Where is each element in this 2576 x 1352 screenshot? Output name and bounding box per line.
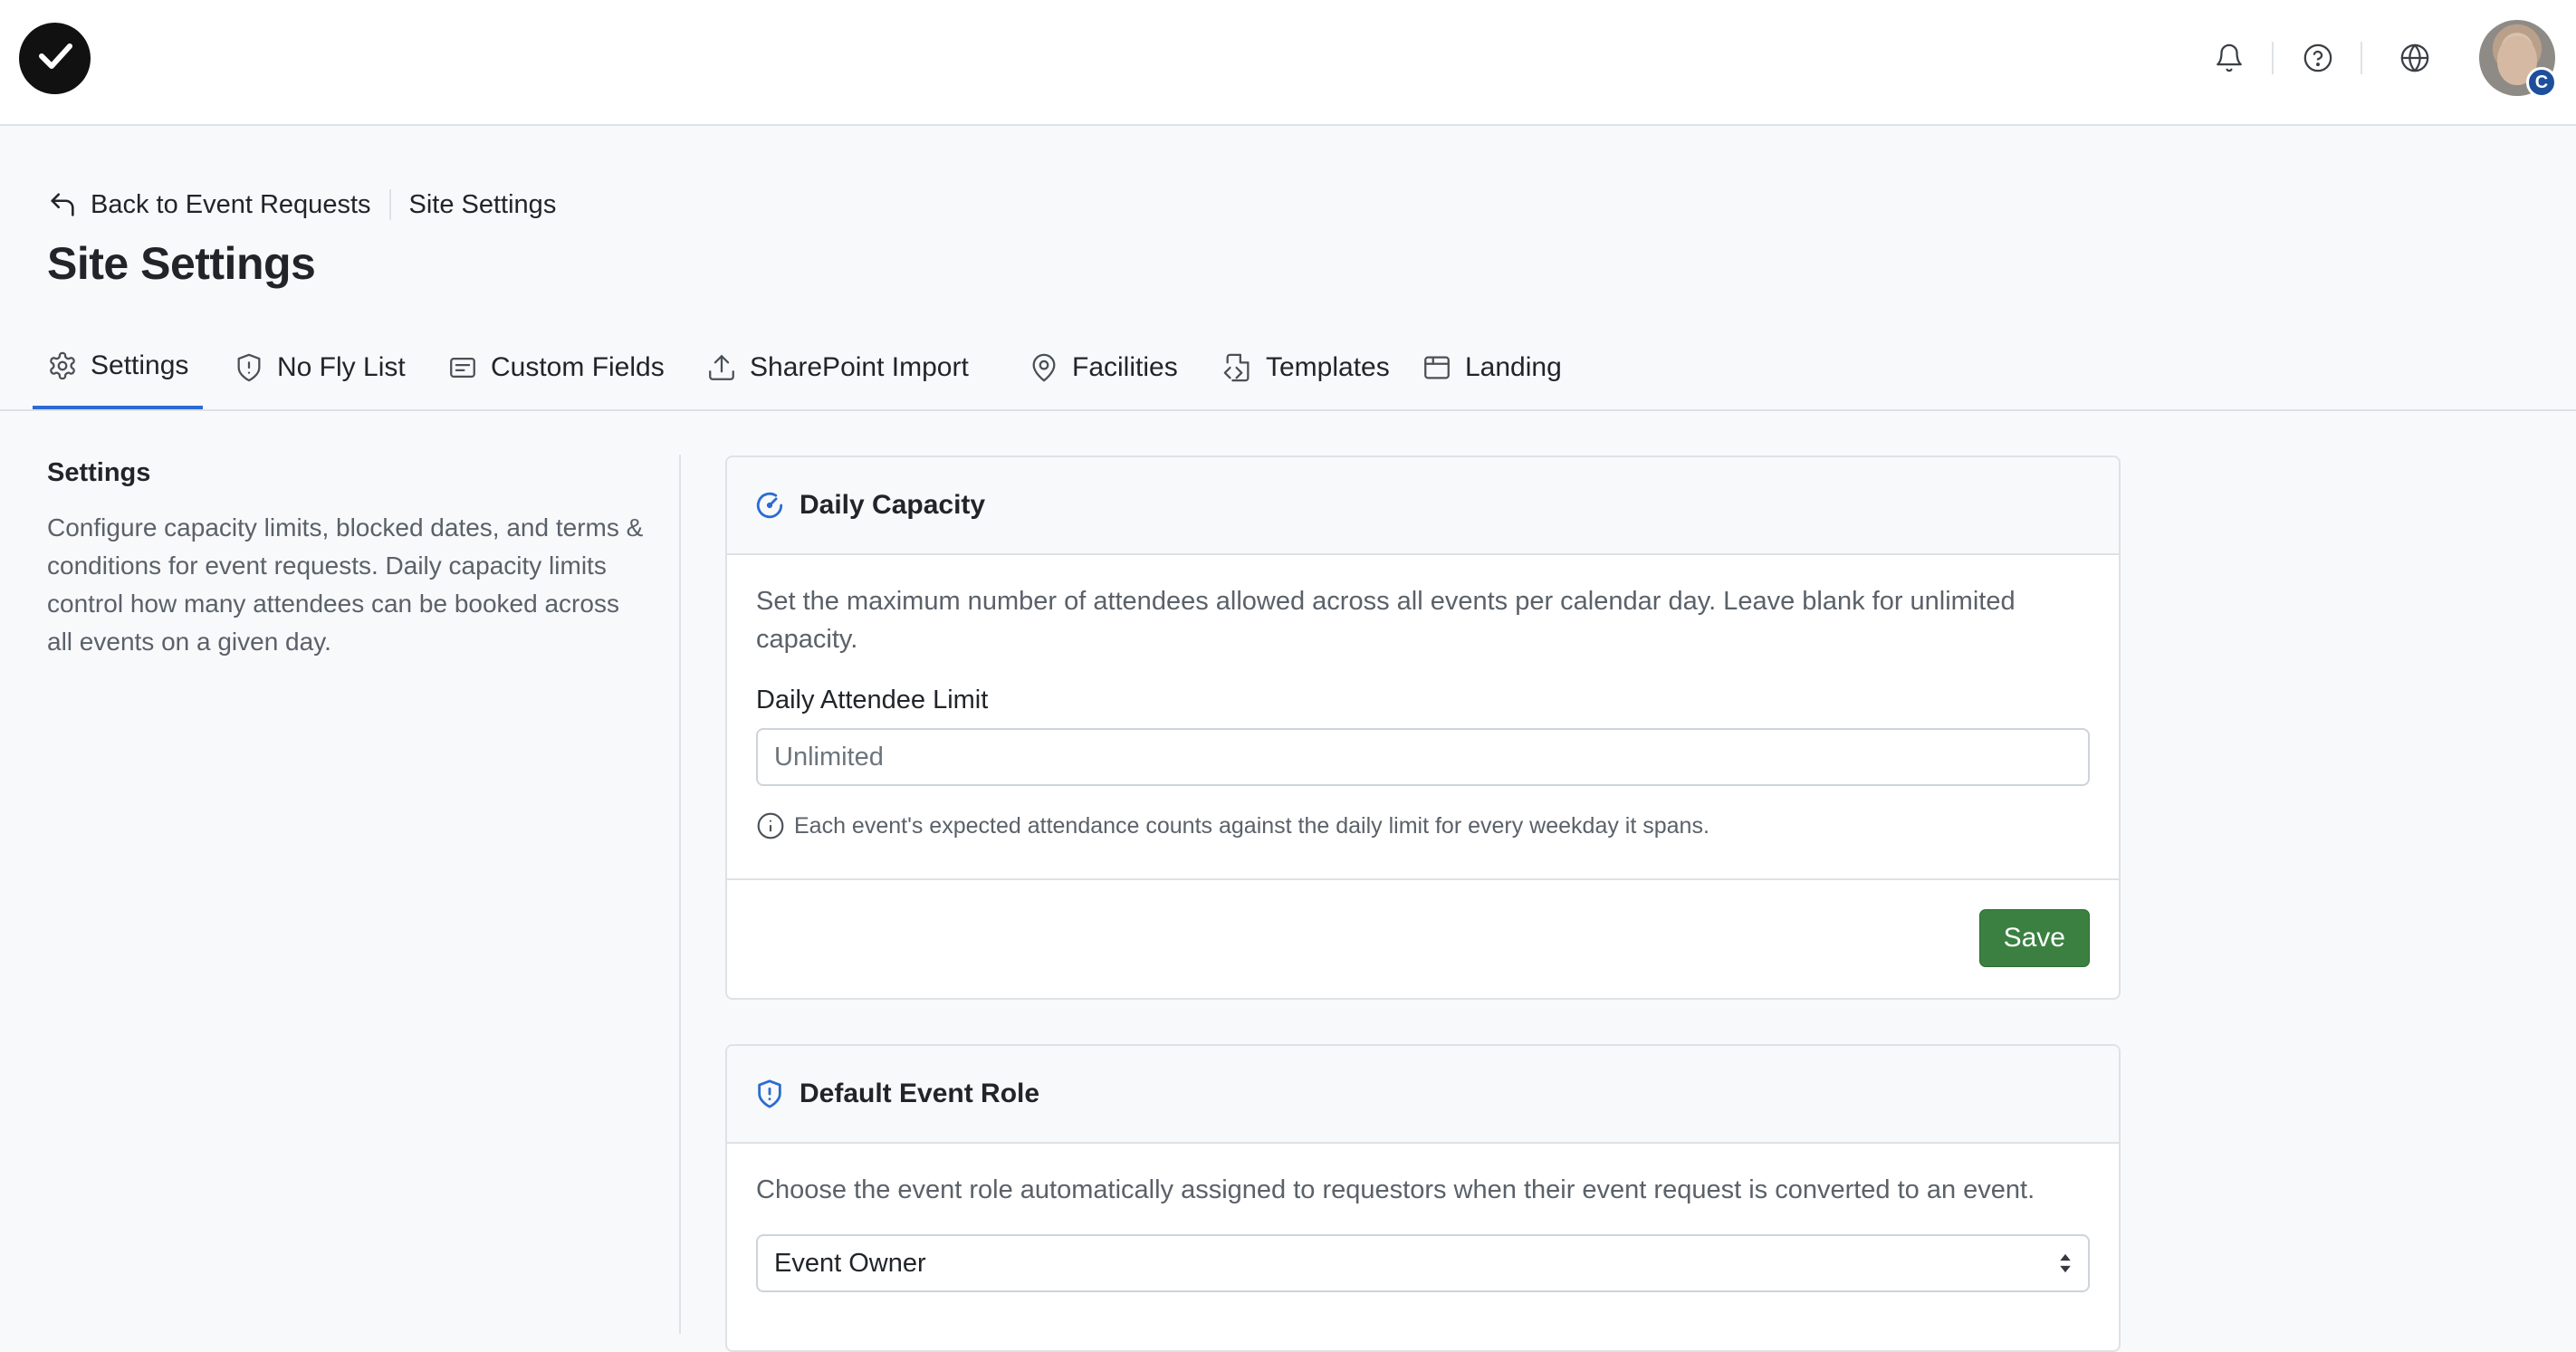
help-circle-icon[interactable] — [2300, 40, 2336, 76]
form-icon — [450, 357, 475, 379]
page-title: Site Settings — [47, 238, 316, 289]
tab-label: Templates — [1266, 352, 1390, 382]
tab-label: Settings — [91, 350, 189, 380]
map-pin-icon — [1032, 353, 1056, 382]
tab-custom-fields[interactable]: Custom Fields — [433, 326, 679, 409]
breadcrumb: Back to Event Requests Site Settings — [47, 187, 556, 223]
daily-attendee-limit-input[interactable] — [756, 728, 2090, 786]
default-event-role-card: Default Event Role Choose the event role… — [725, 1044, 2121, 1352]
daily-limit-hint: Each event's expected attendance counts … — [756, 811, 2090, 840]
tab-label: Custom Fields — [491, 352, 665, 382]
hint-text: Each event's expected attendance counts … — [794, 812, 1709, 839]
tab-label: SharePoint Import — [750, 352, 969, 382]
card-body: Choose the event role automatically assi… — [727, 1144, 2119, 1292]
top-navbar: C — [0, 0, 2576, 126]
card-title: Default Event Role — [800, 1079, 1040, 1108]
tab-label: Facilities — [1072, 352, 1178, 382]
tab-templates[interactable]: Templates — [1208, 326, 1404, 409]
gear-icon — [50, 351, 75, 380]
shield-alert-icon — [758, 1079, 781, 1108]
back-to-event-requests-link[interactable]: Back to Event Requests — [47, 189, 371, 220]
tab-label: Landing — [1465, 352, 1562, 382]
tab-settings[interactable]: Settings — [33, 326, 204, 409]
file-code-icon — [1223, 353, 1250, 382]
column-divider — [679, 455, 681, 1334]
toolbar-divider — [2361, 42, 2362, 74]
tab-no-fly-list[interactable]: No Fly List — [219, 326, 420, 409]
save-button[interactable]: Save — [1978, 909, 2090, 967]
toolbar-divider — [2272, 42, 2274, 74]
back-link-label: Back to Event Requests — [91, 189, 371, 219]
browser-window-icon — [1424, 356, 1450, 379]
globe-icon[interactable] — [2397, 40, 2433, 76]
tab-landing[interactable]: Landing — [1407, 326, 1576, 409]
notifications-bell-icon[interactable] — [2211, 40, 2247, 76]
card-header: Default Event Role — [727, 1046, 2119, 1144]
section-title: Settings — [47, 458, 151, 487]
card-header: Daily Capacity — [727, 457, 2119, 555]
daily-capacity-card: Daily Capacity Set the maximum number of… — [725, 455, 2121, 1000]
app-logo[interactable] — [19, 23, 91, 94]
breadcrumb-current: Site Settings — [408, 189, 557, 219]
default-event-role-description: Choose the event role automatically assi… — [756, 1175, 2035, 1204]
section-description: Configure capacity limits, blocked dates… — [47, 513, 644, 656]
event-role-selected-value: Event Owner — [774, 1248, 926, 1278]
tab-label: No Fly List — [277, 352, 406, 382]
avatar-badge: C — [2526, 67, 2557, 98]
card-title: Daily Capacity — [800, 490, 986, 520]
daily-attendee-limit-label: Daily Attendee Limit — [756, 686, 989, 714]
event-role-select[interactable]: Event Owner — [756, 1234, 2090, 1292]
breadcrumb-divider — [388, 189, 391, 220]
info-icon — [757, 812, 784, 839]
upload-icon — [709, 355, 734, 380]
shield-alert-icon — [237, 353, 261, 382]
card-footer: Save — [727, 878, 2119, 998]
reply-arrow-icon — [51, 193, 74, 216]
tab-sharepoint-import[interactable]: SharePoint Import — [692, 326, 983, 409]
settings-tabs: Settings No Fly List Custom Fields Share… — [0, 326, 2576, 411]
tab-facilities[interactable]: Facilities — [1014, 326, 1192, 409]
checkmark-icon — [38, 43, 72, 69]
daily-capacity-description: Set the maximum number of attendees allo… — [756, 587, 2016, 654]
card-body: Set the maximum number of attendees allo… — [727, 555, 2119, 840]
gauge-icon — [756, 492, 783, 519]
select-caret-icon — [2060, 1253, 2071, 1273]
